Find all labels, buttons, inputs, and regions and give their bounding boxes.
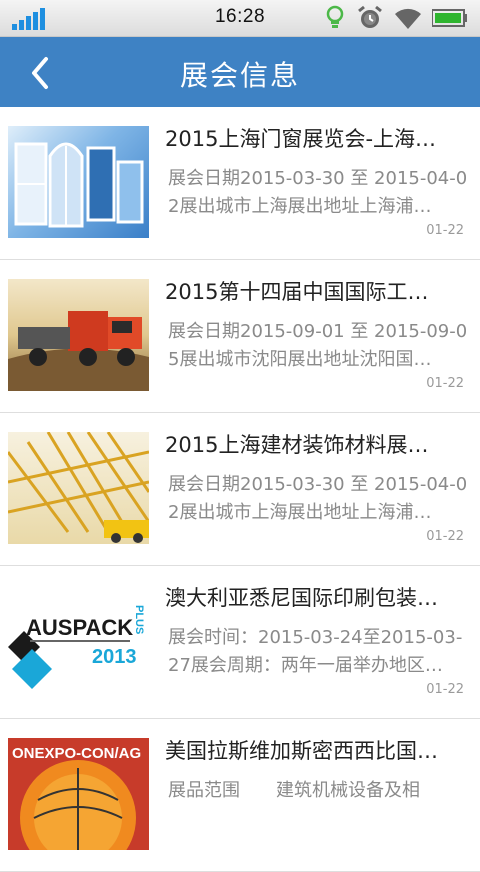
bulb-icon — [326, 5, 344, 28]
item-description: 展会时间：2015-03-24至2015-03-27展会周期：两年一届举办地区… — [168, 627, 463, 676]
list-item[interactable]: ONEXPO-CON/AG 美国拉斯维加斯密西西比国… 展品范围 建筑机械设备及… — [0, 719, 480, 872]
page-title: 展会信息 — [179, 59, 300, 92]
item-title: 美国拉斯维加斯密西西比国… — [165, 739, 438, 763]
item-description: 展品范围 建筑机械设备及相 — [168, 780, 420, 801]
auspack-logo-sub: PLUS — [133, 605, 145, 634]
item-title: 2015第十四届中国国际工… — [165, 280, 429, 304]
item-date: 01-22 — [426, 682, 464, 697]
item-description: 展会日期2015-03-30 至 2015-04-02展出城市上海展出地址上海浦… — [168, 168, 468, 217]
item-date: 01-22 — [426, 529, 464, 544]
auspack-logo-year: 2013 — [92, 646, 137, 668]
truck-image — [8, 279, 149, 391]
item-date: 01-22 — [426, 376, 464, 391]
alarm-icon — [358, 5, 382, 28]
status-bar: 16:28 — [0, 0, 480, 37]
conexpo-logo-image: ONEXPO-CON/AG — [8, 738, 149, 850]
list-item[interactable]: 2015上海门窗展览会-上海… 展会日期2015-03-30 至 2015-04… — [0, 107, 480, 260]
item-title: 2015上海门窗展览会-上海… — [165, 127, 437, 151]
item-title: 2015上海建材装饰材料展… — [165, 433, 429, 457]
list-item[interactable]: AUSPACK PLUS 2013 澳大利亚悉尼国际印刷包装… 展会时间：201… — [0, 566, 480, 719]
item-date: 01-22 — [426, 223, 464, 238]
battery-icon — [432, 9, 467, 27]
conexpo-logo-text: ONEXPO-CON/AG — [12, 745, 141, 762]
item-description: 展会日期2015-03-30 至 2015-04-02展出城市上海展出地址上海浦… — [168, 474, 468, 523]
auspack-logo-image: AUSPACK PLUS 2013 — [8, 585, 149, 697]
item-title: 澳大利亚悉尼国际印刷包装… — [165, 586, 438, 610]
list-item[interactable]: 2015上海建材装饰材料展… 展会日期2015-03-30 至 2015-04-… — [0, 413, 480, 566]
app-header: 展会信息 — [0, 37, 480, 107]
auspack-logo-text: AUSPACK — [26, 615, 133, 640]
list-item[interactable]: 2015第十四届中国国际工… 展会日期2015-09-01 至 2015-09-… — [0, 260, 480, 413]
wifi-icon — [395, 8, 421, 29]
windows-doors-image — [8, 126, 149, 238]
exhibition-list: 2015上海门窗展览会-上海… 展会日期2015-03-30 至 2015-04… — [0, 107, 480, 872]
crane-image — [8, 432, 149, 544]
item-description: 展会日期2015-09-01 至 2015-09-05展出城市沈阳展出地址沈阳国… — [168, 321, 468, 370]
